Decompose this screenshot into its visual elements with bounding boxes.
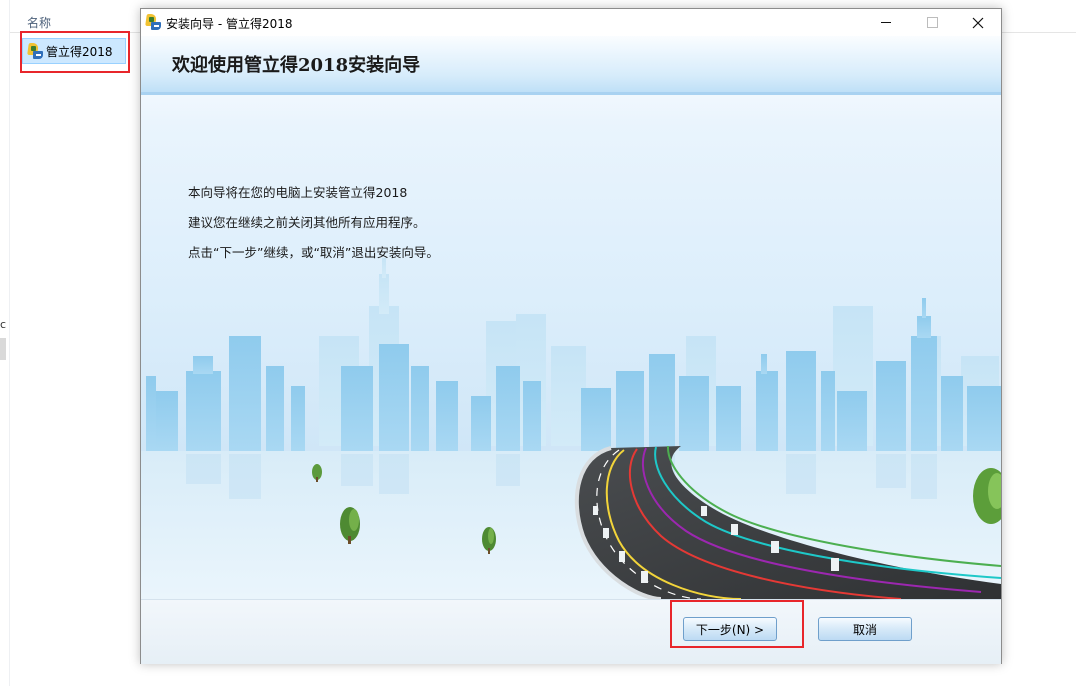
city-road-illustration: [141, 258, 1001, 599]
installer-window: 安装向导 - 管立得2018 欢迎使用管立得2018安装向导 本向导将在您的电脑…: [140, 8, 1002, 664]
app-icon: [145, 14, 161, 30]
navigation-pane-fragment: c: [0, 318, 7, 331]
column-header-name[interactable]: 名称: [27, 14, 51, 31]
minimize-button[interactable]: [863, 9, 909, 36]
maximize-icon: [926, 17, 938, 28]
wizard-intro-text: 本向导将在您的电脑上安装管立得2018 建议您在继续之前关闭其他所有应用程序。 …: [188, 184, 439, 274]
close-icon: [972, 17, 984, 28]
intro-line-3: 点击“下一步”继续，或“取消”退出安装向导。: [188, 245, 439, 260]
close-button[interactable]: [955, 9, 1001, 36]
wizard-header: 欢迎使用管立得2018安装向导: [141, 36, 1001, 95]
title-bar[interactable]: 安装向导 - 管立得2018: [141, 9, 1001, 36]
wizard-heading: 欢迎使用管立得2018安装向导: [172, 55, 421, 76]
wizard-content: 欢迎使用管立得2018安装向导 本向导将在您的电脑上安装管立得2018 建议您在…: [141, 36, 1001, 599]
file-highlight-box: [20, 31, 130, 73]
navigation-selected-item[interactable]: [0, 338, 6, 360]
window-title: 安装向导 - 管立得2018: [166, 17, 293, 31]
cancel-button[interactable]: 取消: [818, 617, 912, 641]
minimize-icon: [881, 22, 891, 23]
next-button-highlight-box: [670, 600, 804, 648]
maximize-button[interactable]: [909, 9, 955, 36]
intro-line-2: 建议您在继续之前关闭其他所有应用程序。: [188, 215, 426, 230]
intro-line-1: 本向导将在您的电脑上安装管立得2018: [188, 185, 408, 200]
wizard-footer: 下一步(N) > 取消: [141, 599, 1001, 664]
